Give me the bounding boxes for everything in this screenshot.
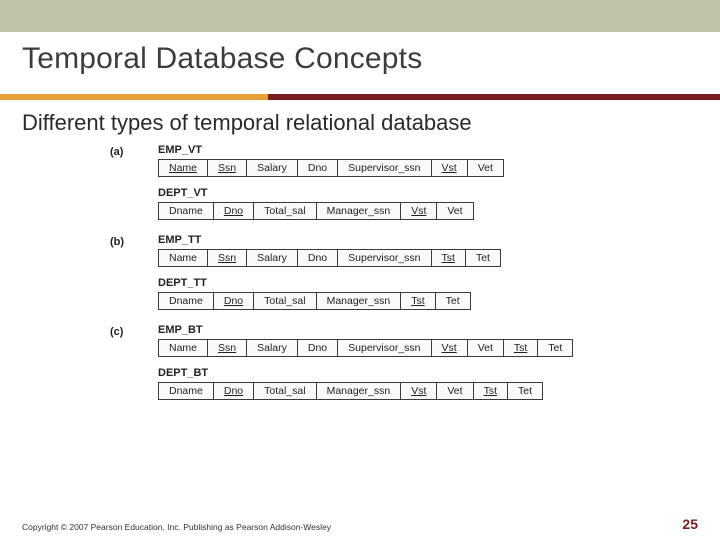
schema-attr: Manager_ssn xyxy=(316,383,401,400)
schema-attr: Dno xyxy=(213,293,253,310)
schema-attr: Salary xyxy=(247,340,298,357)
rule-right xyxy=(268,94,720,100)
schema-attr: Tst xyxy=(401,293,435,310)
schema-attr: Tst xyxy=(473,383,507,400)
schema-table: NameSsnSalaryDnoSupervisor_ssnVstVetTstT… xyxy=(158,339,573,357)
schema-attr: Total_sal xyxy=(254,383,316,400)
schema-attr: Dno xyxy=(297,250,337,267)
schema-block: DEPT_BT DnameDnoTotal_salManager_ssnVstVe… xyxy=(158,367,630,400)
schema-attr: Dname xyxy=(159,383,214,400)
schema-attr: Name xyxy=(159,250,208,267)
slide: Temporal Database Concepts Different typ… xyxy=(0,0,720,540)
schema-name: DEPT_TT xyxy=(158,277,630,289)
schema-attr: Supervisor_ssn xyxy=(338,250,431,267)
schema-attr: Ssn xyxy=(208,160,247,177)
schema-name: EMP_BT xyxy=(158,324,630,336)
table-row: NameSsnSalaryDnoSupervisor_ssnTstTet xyxy=(159,250,501,267)
schema-table: DnameDnoTotal_salManager_ssnVstVet xyxy=(158,202,474,220)
title-area: Temporal Database Concepts xyxy=(0,32,720,94)
schema-attr: Ssn xyxy=(208,340,247,357)
schema-attr: Name xyxy=(159,340,208,357)
schema-block: DEPT_TT DnameDnoTotal_salManager_ssnTstTe… xyxy=(158,277,630,310)
section-body: EMP_TTNameSsnSalaryDnoSupervisor_ssnTstT… xyxy=(158,234,630,320)
schema-table: DnameDnoTotal_salManager_ssnTstTet xyxy=(158,292,471,310)
schema-block: EMP_BT NameSsnSalaryDnoSupervisor_ssnVstV… xyxy=(158,324,630,357)
schema-name: DEPT_VT xyxy=(158,187,630,199)
schema-attr: Vet xyxy=(437,383,473,400)
slide-subtitle: Different types of temporal relational d… xyxy=(0,100,720,142)
table-row: DnameDnoTotal_salManager_ssnVstVetTstTet xyxy=(159,383,543,400)
schema-attr: Tst xyxy=(431,250,465,267)
schema-attr: Dname xyxy=(159,293,214,310)
table-row: NameSsnSalaryDnoSupervisor_ssnVstVet xyxy=(159,160,504,177)
footer: Copyright © 2007 Pearson Education, Inc.… xyxy=(22,516,698,532)
schema-attr: Tst xyxy=(503,340,537,357)
schema-attr: Dno xyxy=(297,340,337,357)
schema-attr: Name xyxy=(159,160,208,177)
schema-table: NameSsnSalaryDnoSupervisor_ssnTstTet xyxy=(158,249,501,267)
schema-section: (c)EMP_BTNameSsnSalaryDnoSupervisor_ssnV… xyxy=(110,324,630,410)
schema-attr: Dno xyxy=(297,160,337,177)
schema-name: DEPT_BT xyxy=(158,367,630,379)
schema-block: DEPT_VT DnameDnoTotal_salManager_ssnVstVe… xyxy=(158,187,630,220)
table-row: NameSsnSalaryDnoSupervisor_ssnVstVetTstT… xyxy=(159,340,573,357)
schema-attr: Supervisor_ssn xyxy=(338,160,431,177)
schema-attr: Manager_ssn xyxy=(316,203,401,220)
section-letter: (c) xyxy=(110,324,130,338)
section-row: (c)EMP_BTNameSsnSalaryDnoSupervisor_ssnV… xyxy=(110,324,630,410)
schema-attr: Salary xyxy=(247,160,298,177)
section-body: EMP_VTNameSsnSalaryDnoSupervisor_ssnVstV… xyxy=(158,144,630,230)
schema-attr: Ssn xyxy=(208,250,247,267)
schema-attr: Tet xyxy=(465,250,500,267)
table-row: DnameDnoTotal_salManager_ssnVstVet xyxy=(159,203,474,220)
schema-attr: Total_sal xyxy=(254,203,316,220)
section-letter: (b) xyxy=(110,234,130,248)
table-row: DnameDnoTotal_salManager_ssnTstTet xyxy=(159,293,471,310)
schema-attr: Vst xyxy=(401,383,437,400)
schema-attr: Tet xyxy=(538,340,573,357)
schema-attr: Dname xyxy=(159,203,214,220)
schema-block: EMP_TT NameSsnSalaryDnoSupervisor_ssnTstT… xyxy=(158,234,630,267)
schema-attr: Supervisor_ssn xyxy=(338,340,431,357)
schema-attr: Dno xyxy=(213,383,253,400)
schema-table: DnameDnoTotal_salManager_ssnVstVetTstTet xyxy=(158,382,543,400)
content-area: (a)EMP_VTNameSsnSalaryDnoSupervisor_ssnV… xyxy=(0,144,720,410)
schema-attr: Dno xyxy=(213,203,253,220)
schema-section: (b)EMP_TTNameSsnSalaryDnoSupervisor_ssnT… xyxy=(110,234,630,320)
schema-name: EMP_TT xyxy=(158,234,630,246)
page-number: 25 xyxy=(682,516,698,532)
schema-name: EMP_VT xyxy=(158,144,630,156)
section-letter: (a) xyxy=(110,144,130,158)
copyright-text: Copyright © 2007 Pearson Education, Inc.… xyxy=(22,522,331,532)
schema-attr: Vst xyxy=(431,340,467,357)
schema-attr: Vst xyxy=(401,203,437,220)
rule-left xyxy=(0,94,268,100)
schema-block: EMP_VT NameSsnSalaryDnoSupervisor_ssnVstV… xyxy=(158,144,630,177)
schema-table: NameSsnSalaryDnoSupervisor_ssnVstVet xyxy=(158,159,504,177)
schema-attr: Total_sal xyxy=(254,293,316,310)
section-body: EMP_BTNameSsnSalaryDnoSupervisor_ssnVstV… xyxy=(158,324,630,410)
schema-attr: Vet xyxy=(437,203,473,220)
top-band xyxy=(0,0,720,32)
schema-section: (a)EMP_VTNameSsnSalaryDnoSupervisor_ssnV… xyxy=(110,144,630,230)
rule-row xyxy=(0,94,720,100)
schema-attr: Vet xyxy=(467,340,503,357)
schema-attr: Tet xyxy=(507,383,542,400)
schema-attr: Manager_ssn xyxy=(316,293,401,310)
schema-attr: Salary xyxy=(247,250,298,267)
schema-attr: Vet xyxy=(467,160,503,177)
schema-attr: Tet xyxy=(435,293,470,310)
section-row: (a)EMP_VTNameSsnSalaryDnoSupervisor_ssnV… xyxy=(110,144,630,230)
schema-attr: Vst xyxy=(431,160,467,177)
slide-title: Temporal Database Concepts xyxy=(22,42,698,76)
section-row: (b)EMP_TTNameSsnSalaryDnoSupervisor_ssnT… xyxy=(110,234,630,320)
